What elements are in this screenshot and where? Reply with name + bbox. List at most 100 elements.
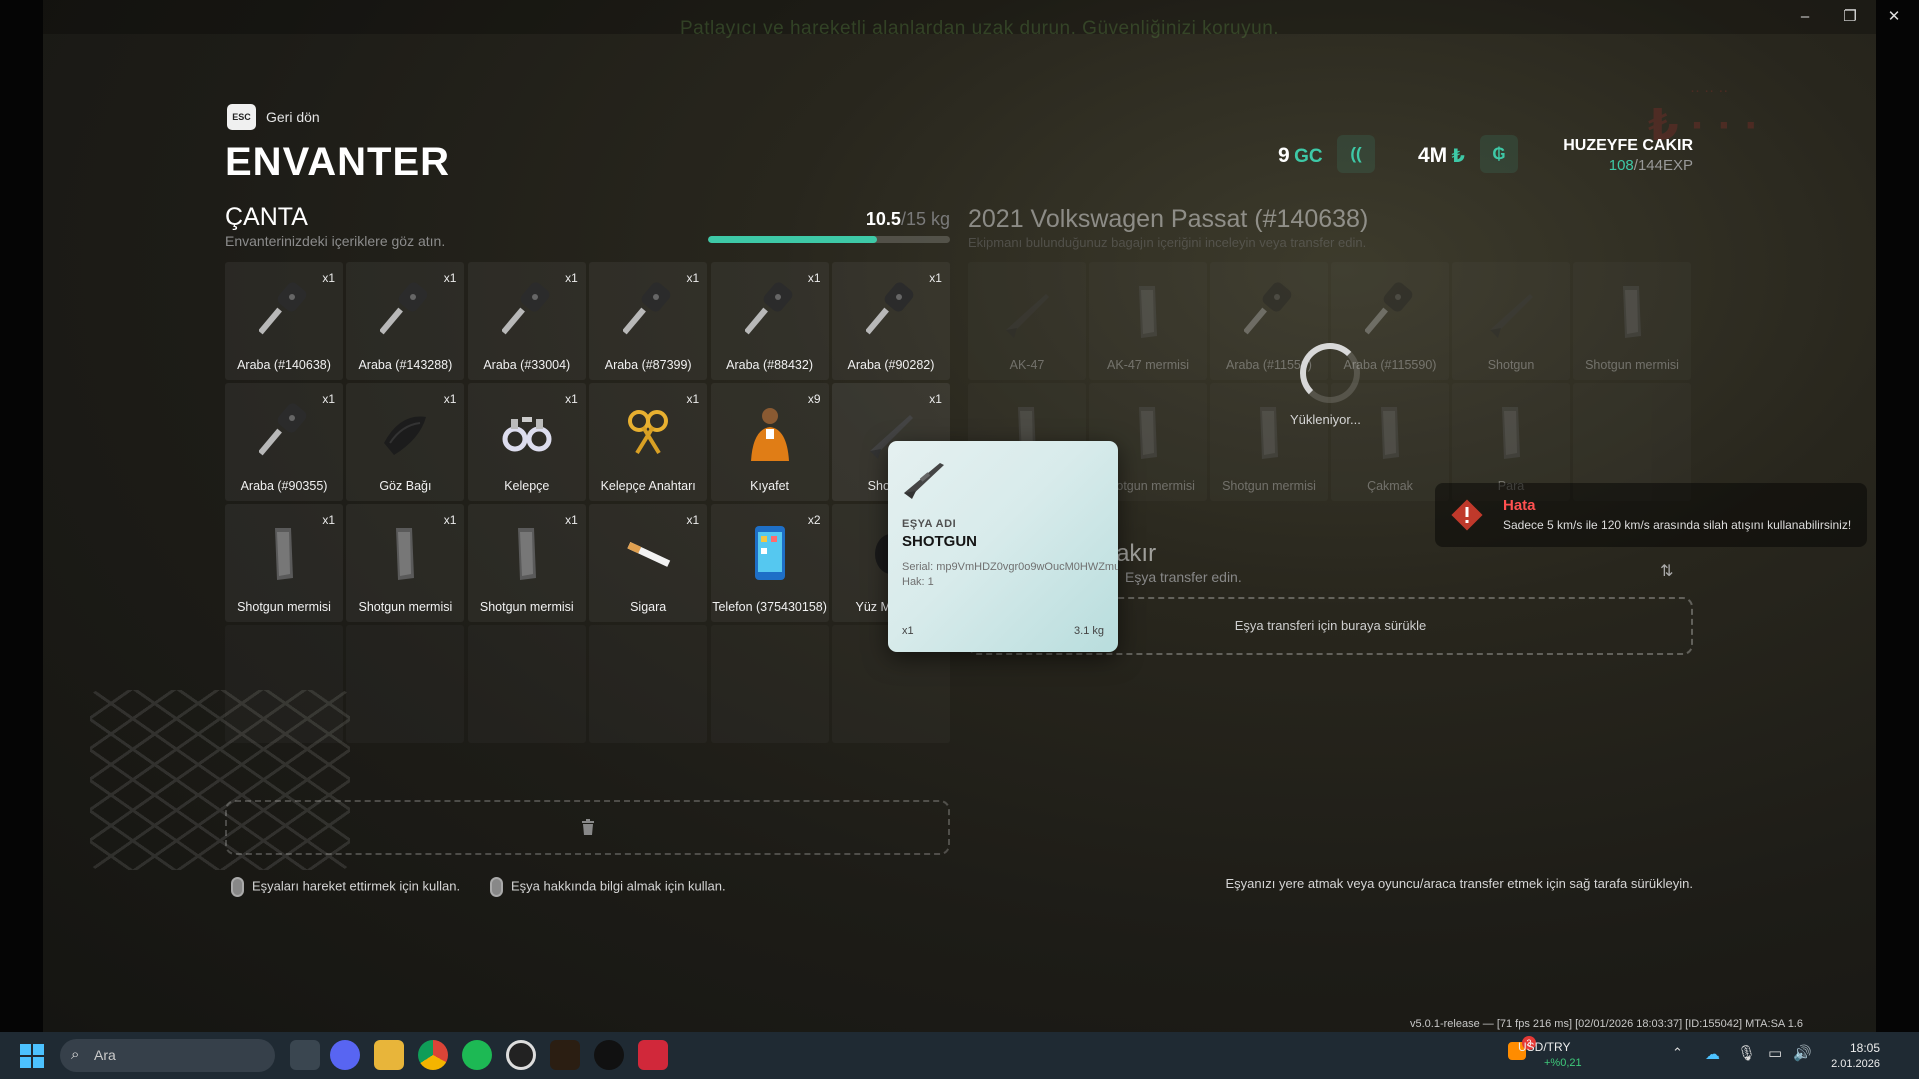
bag-item-slot[interactable]: x1 Kelepçe: [467, 383, 586, 501]
bag-item-slot[interactable]: x1 Araba (#87399): [589, 262, 708, 380]
handcuffs-icon: [502, 403, 552, 461]
delete-drop-zone[interactable]: [225, 800, 950, 855]
car-key-icon: [1364, 282, 1415, 340]
volume-icon[interactable]: 🔊: [1793, 1044, 1812, 1062]
bag-item-slot[interactable]: x9 Kıyafet: [710, 383, 829, 501]
bag-item-slot[interactable]: x1 Araba (#143288): [346, 262, 465, 380]
car-key-icon: [622, 282, 673, 340]
item-name: Sigara: [630, 600, 667, 614]
shotgun-icon: [1486, 282, 1536, 340]
bag-item-slot[interactable]: x2 Telefon (375430158): [710, 504, 829, 622]
handcuff-key-icon: [623, 403, 673, 461]
bag-empty-slot[interactable]: [346, 625, 465, 743]
bag-item-slot[interactable]: x1 Sigara: [589, 504, 708, 622]
vehicle-item-slot[interactable]: AK-47 mermisi: [1089, 262, 1207, 380]
esc-key-badge[interactable]: ESC: [227, 104, 256, 130]
item-name: Araba (#87399): [604, 358, 692, 372]
hint-info: Eşya hakkında bilgi almak için kullan.: [490, 877, 726, 897]
bag-item-slot[interactable]: x1 Göz Bağı: [346, 383, 465, 501]
search-placeholder: Ara: [94, 1047, 116, 1063]
bag-empty-slot[interactable]: [589, 625, 708, 743]
item-name: Kelepçe: [504, 479, 550, 493]
item-name: AK-47: [1009, 358, 1045, 372]
loading-spinner-icon: [1300, 343, 1360, 403]
windows-start-icon[interactable]: [20, 1044, 44, 1068]
file-explorer-icon[interactable]: [374, 1040, 404, 1070]
vehicle-item-slot[interactable]: Çakmak: [1331, 383, 1449, 501]
inventory-grid: x1 Araba (#140638) x1 Araba (#143288) x1 Arab…: [225, 262, 950, 743]
bag-empty-slot[interactable]: [710, 625, 829, 743]
bag-item-slot[interactable]: x1 Shotgun mermisi: [346, 504, 465, 622]
spotify-icon[interactable]: [462, 1040, 492, 1070]
exp-current: 108: [1608, 157, 1634, 174]
gc-coin-icon[interactable]: ((: [1337, 135, 1375, 173]
loading-text: Yükleniyor...: [1290, 412, 1361, 427]
exp-total: /144EXP: [1633, 157, 1693, 174]
minimize-button[interactable]: –: [1791, 6, 1819, 28]
shotgun-icon: [904, 463, 944, 499]
bag-weight: 10.5/15 kg: [710, 209, 950, 230]
item-count: x1: [565, 271, 578, 285]
trash-icon: [581, 818, 594, 835]
bag-item-slot[interactable]: x1 Araba (#90355): [225, 383, 343, 501]
cash-unit: ₺: [1451, 146, 1465, 167]
item-name: Çakmak: [1367, 479, 1413, 493]
bag-item-slot[interactable]: x1 Shotgun mermisi: [467, 504, 586, 622]
capcut-icon[interactable]: [638, 1040, 668, 1070]
bag-title: ÇANTA: [225, 203, 308, 231]
fx-pair[interactable]: USD/TRY: [1518, 1040, 1570, 1054]
blindfold-icon: [380, 403, 430, 461]
vehicle-item-slot[interactable]: Shotgun mermisi: [1573, 262, 1691, 380]
tooltip-item-name: SHOTGUN: [902, 533, 977, 550]
ammo-magazine-icon: [1607, 282, 1657, 340]
player-name: HUZEYFE CAKIR: [1563, 137, 1693, 154]
bag-empty-slot[interactable]: [467, 625, 586, 743]
vehicle-item-slot[interactable]: Shotgun: [1452, 262, 1570, 380]
cash-value: 4M: [1418, 144, 1448, 167]
ammo-magazine-icon: [259, 524, 309, 582]
taskbar-date[interactable]: 2.01.2026: [1812, 1058, 1880, 1070]
hint-drop-text: Eşyanızı yere atmak veya oyuncu/araca tr…: [1225, 876, 1694, 891]
app-circle-icon[interactable]: [506, 1040, 536, 1070]
tooltip-serial: Serial: mp9VmHDZ0vgr0o9wOucM0HWZmun: [902, 561, 1118, 573]
swap-arrows-icon[interactable]: ⇅: [1660, 561, 1673, 581]
bag-item-slot[interactable]: x1 Araba (#140638): [225, 262, 343, 380]
fx-change: +%0,21: [1544, 1057, 1582, 1069]
item-name: Shotgun mermisi: [358, 600, 453, 614]
bag-item-slot[interactable]: x1 Shotgun mermisi: [225, 504, 343, 622]
vehicle-item-slot[interactable]: AK-47: [968, 262, 1086, 380]
close-button[interactable]: ✕: [1880, 6, 1908, 28]
chrome-icon[interactable]: [418, 1040, 448, 1070]
vehicle-item-slot[interactable]: Shotgun mermisi: [1210, 383, 1328, 501]
taskbar-search[interactable]: ⌕ Ara: [60, 1039, 275, 1072]
item-count: x1: [322, 392, 335, 406]
item-count: x1: [807, 271, 821, 285]
chevron-up-icon[interactable]: ⌃: [1672, 1045, 1683, 1061]
media-player-icon[interactable]: [594, 1040, 624, 1070]
bag-subtitle: Envanterinizdeki içeriklere göz atın.: [225, 233, 446, 249]
vehicle-subtitle: Ekipmanı bulunduğunuz bagajın içeriğini …: [968, 235, 1367, 250]
maximize-button[interactable]: ❐: [1836, 6, 1864, 28]
car-key-icon: [865, 282, 916, 340]
bag-item-slot[interactable]: x1 Araba (#88432): [710, 262, 829, 380]
bag-empty-slot[interactable]: [225, 625, 343, 743]
cloud-icon[interactable]: ☁: [1705, 1045, 1720, 1063]
task-view-icon[interactable]: [290, 1040, 320, 1070]
item-count: x1: [443, 271, 457, 285]
phone-icon: [745, 524, 795, 582]
back-button-label[interactable]: Geri dön: [266, 109, 320, 125]
cigarette-icon: [623, 524, 673, 582]
game-launcher-icon[interactable]: [550, 1040, 580, 1070]
bag-item-slot[interactable]: x1 Kelepçe Anahtarı: [589, 383, 708, 501]
vehicle-title: 2021 Volkswagen Passat (#140638): [968, 205, 1369, 233]
discord-icon[interactable]: [330, 1040, 360, 1070]
microphone-icon[interactable]: 🎙: [1737, 1044, 1756, 1062]
bag-item-slot[interactable]: x1 Araba (#33004): [467, 262, 586, 380]
item-count: x1: [322, 513, 335, 527]
network-icon[interactable]: ▭: [1768, 1044, 1782, 1062]
bag-item-slot[interactable]: x1 Araba (#90282): [831, 262, 950, 380]
tooltip-label: EŞYA ADI: [902, 518, 957, 530]
taskbar-time[interactable]: 18:05: [1820, 1041, 1880, 1055]
player-exp: 108/144EXP: [1470, 157, 1693, 174]
item-name: Araba (#140638): [237, 358, 331, 372]
